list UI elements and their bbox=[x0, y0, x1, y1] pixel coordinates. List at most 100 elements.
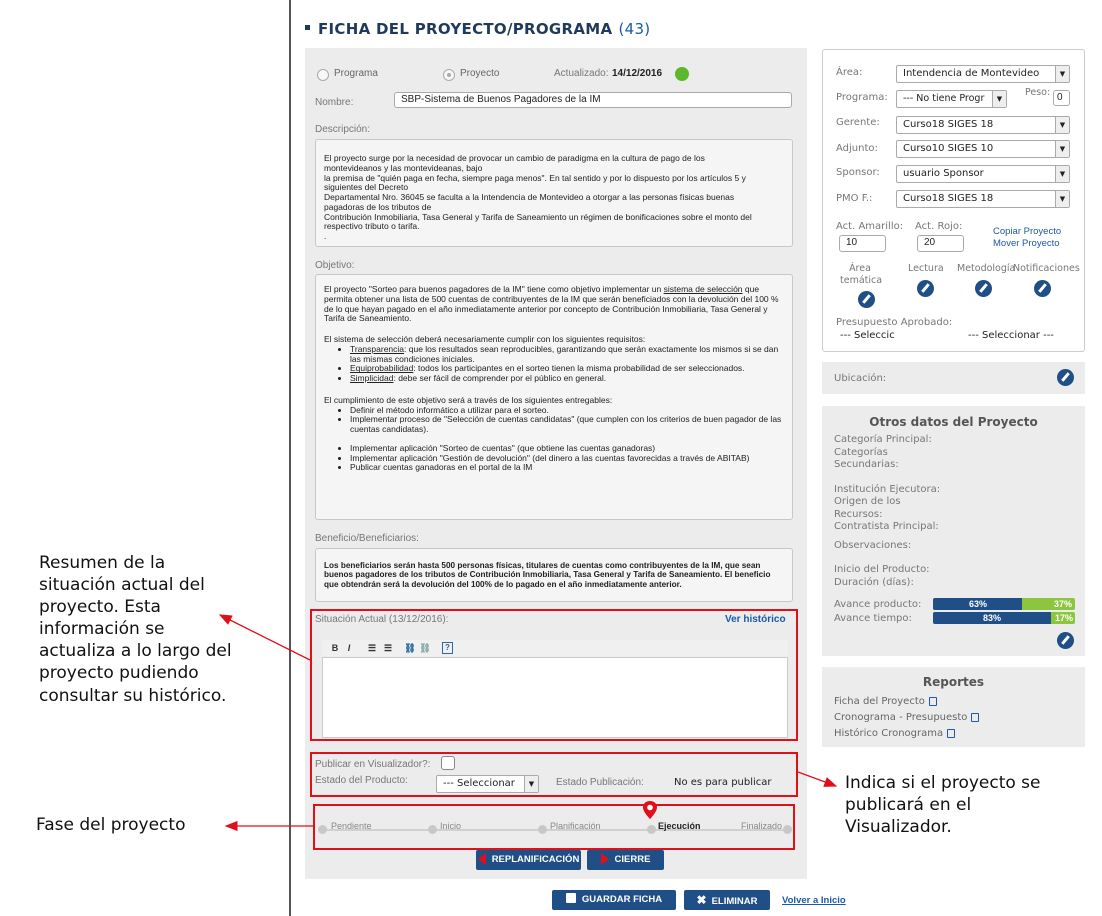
list-item: Transparencia: que los resultados sean r… bbox=[350, 344, 784, 365]
situacion-editor[interactable] bbox=[322, 657, 788, 738]
area-tematica-label: Área temática bbox=[840, 263, 883, 286]
unlink-icon[interactable]: ⛓ bbox=[419, 642, 431, 654]
estado-producto-label: Estado del Producto: bbox=[315, 775, 408, 786]
document-icon bbox=[971, 712, 980, 722]
requisitos-list: Transparencia: que los resultados sean r… bbox=[350, 344, 784, 384]
phase-dot[interactable] bbox=[647, 825, 656, 834]
sponsor-select[interactable]: usuario Sponsor ▼ bbox=[896, 165, 1070, 183]
pmo-label: PMO F.: bbox=[836, 193, 873, 204]
volver-inicio-link[interactable]: Volver a Inicio bbox=[782, 895, 846, 906]
ubicacion-label: Ubicación: bbox=[834, 373, 887, 384]
eliminar-button[interactable]: ✖ ELIMINAR bbox=[684, 890, 770, 910]
otros-datos-title: Otros datos del Proyecto bbox=[869, 415, 1038, 429]
report-historico[interactable]: Histórico Cronograma bbox=[834, 726, 979, 742]
notificaciones-label: Notificaciones bbox=[1013, 263, 1080, 274]
descripcion-label: Descripción: bbox=[315, 124, 371, 135]
objetivo-box[interactable]: El proyecto "Sorteo para buenos pagadore… bbox=[315, 274, 793, 520]
replanificacion-button[interactable]: REPLANIFICACIÓN bbox=[476, 850, 581, 870]
chevron-down-icon: ▼ bbox=[1055, 191, 1069, 207]
status-indicator bbox=[675, 67, 689, 81]
editor-toolbar: B I ☰ ☰ ⛓ ⛓ ? bbox=[322, 640, 788, 656]
presupuesto-select-b[interactable]: --- Seleccionar --- bbox=[968, 330, 1054, 341]
bold-button[interactable]: B bbox=[330, 642, 340, 654]
pmo-select[interactable]: Curso18 SIGES 18 ▼ bbox=[896, 190, 1070, 208]
adjunto-label: Adjunto: bbox=[836, 143, 878, 154]
adjunto-select[interactable]: Curso10 SIGES 10 ▼ bbox=[896, 140, 1070, 158]
phase-dot[interactable] bbox=[318, 825, 327, 834]
presupuesto-select-a[interactable]: --- Seleccic bbox=[840, 330, 895, 341]
lectura-edit-icon[interactable] bbox=[917, 280, 934, 297]
avance-producto-label: Avance producto: bbox=[834, 599, 922, 610]
list-item: Simplicidad: debe ser fácil de comprende… bbox=[350, 373, 784, 384]
actualizado-date: 14/12/2016 bbox=[612, 68, 663, 79]
descripcion-line: . bbox=[324, 231, 327, 242]
ordered-list-icon[interactable]: ☰ bbox=[366, 642, 378, 654]
descripcion-line: respectivo tributo o tarifa. bbox=[324, 221, 420, 232]
situacion-label: Situación Actual (13/12/2016): bbox=[315, 614, 449, 625]
area-tematica-edit-icon[interactable] bbox=[858, 291, 875, 308]
chevron-down-icon: ▼ bbox=[992, 91, 1006, 107]
descripcion-box[interactable]: El proyecto surge por la necesidad de pr… bbox=[315, 139, 793, 247]
metodologia-label: Metodología bbox=[957, 263, 1016, 274]
avance-tiempo-bar: 83% 17% bbox=[933, 612, 1075, 624]
arrow-situacion bbox=[218, 614, 311, 661]
phase-dot[interactable] bbox=[783, 825, 792, 834]
chevron-down-icon: ▼ bbox=[1055, 166, 1069, 182]
list-item: Publicar cuentas ganadoras en el portal … bbox=[350, 463, 784, 473]
peso-input[interactable]: 0 bbox=[1053, 90, 1070, 106]
annotation-fase: Fase del proyecto bbox=[36, 815, 186, 835]
ubicacion-edit-icon[interactable] bbox=[1057, 369, 1074, 386]
link-icon[interactable]: ⛓ bbox=[404, 642, 416, 654]
lectura-label: Lectura bbox=[908, 263, 944, 274]
arrow-right-icon bbox=[600, 853, 609, 866]
cierre-button[interactable]: CIERRE bbox=[587, 850, 664, 870]
gerente-select[interactable]: Curso18 SIGES 18 ▼ bbox=[896, 116, 1070, 134]
nombre-input[interactable]: SBP-Sistema de Buenos Pagadores de la IM bbox=[394, 92, 792, 108]
estado-producto-select[interactable]: --- Seleccionar ▼ bbox=[436, 775, 539, 793]
rojo-input[interactable]: 20 bbox=[917, 235, 964, 252]
entregables-list: Definir el método informático a utilizar… bbox=[350, 405, 784, 435]
objetivo-intro: El proyecto "Sorteo para buenos pagadore… bbox=[324, 284, 779, 324]
presupuesto-label: Presupuesto Aprobado: bbox=[836, 317, 953, 328]
document-icon bbox=[947, 728, 956, 738]
copiar-proyecto-link[interactable]: Copiar Proyecto bbox=[993, 226, 1061, 237]
amarillo-input[interactable]: 10 bbox=[839, 235, 886, 252]
avance-producto-bar: 63% 37% bbox=[933, 598, 1075, 610]
publicar-checkbox[interactable] bbox=[441, 756, 455, 770]
guardar-button[interactable]: GUARDAR FICHA bbox=[552, 890, 676, 910]
chevron-down-icon: ▼ bbox=[1055, 66, 1069, 82]
phase-label-planificacion: Planificación bbox=[550, 821, 601, 831]
arrow-left-icon bbox=[477, 853, 486, 866]
phase-dot[interactable] bbox=[428, 825, 437, 834]
italic-button[interactable]: I bbox=[344, 642, 354, 654]
radio-programa[interactable] bbox=[317, 69, 329, 81]
close-icon: ✖ bbox=[696, 893, 707, 907]
estado-publicacion-label: Estado Publicación: bbox=[556, 777, 644, 788]
phase-dot[interactable] bbox=[538, 825, 547, 834]
help-icon[interactable]: ? bbox=[442, 642, 453, 654]
area-select[interactable]: Intendencia de Montevideo ▼ bbox=[896, 65, 1070, 83]
unordered-list-icon[interactable]: ☰ bbox=[382, 642, 394, 654]
publicar-label: Publicar en Visualizador?: bbox=[315, 759, 431, 770]
beneficio-box[interactable]: Los beneficiarios serán hasta 500 person… bbox=[315, 548, 793, 602]
metodologia-edit-icon[interactable] bbox=[975, 280, 992, 297]
radio-proyecto[interactable] bbox=[443, 69, 455, 81]
mover-proyecto-link[interactable]: Mover Proyecto bbox=[993, 238, 1060, 249]
chevron-down-icon: ▼ bbox=[524, 776, 538, 792]
nombre-label: Nombre: bbox=[315, 97, 354, 108]
ver-historico-link[interactable]: Ver histórico bbox=[725, 614, 786, 625]
programa-select[interactable]: --- No tiene Progr ▼ bbox=[896, 90, 1007, 108]
chevron-down-icon: ▼ bbox=[1055, 141, 1069, 157]
document-icon bbox=[928, 696, 937, 706]
report-ficha[interactable]: Ficha del Proyecto bbox=[834, 694, 979, 710]
report-cronograma[interactable]: Cronograma - Presupuesto bbox=[834, 710, 980, 726]
phase-label-pendiente: Pendiente bbox=[331, 821, 372, 831]
save-icon bbox=[565, 893, 576, 904]
otros-datos-edit-icon[interactable] bbox=[1057, 632, 1074, 649]
actualizado-label: Actualizado: bbox=[554, 68, 609, 79]
phase-label-finalizado: Finalizado bbox=[741, 821, 783, 831]
current-phase-marker-icon bbox=[643, 801, 657, 819]
notificaciones-edit-icon[interactable] bbox=[1034, 280, 1051, 297]
phase-label-ejecucion: Ejecución bbox=[658, 821, 701, 831]
annotation-publicar: Indica si el proyecto se publicará en el… bbox=[845, 773, 1041, 838]
